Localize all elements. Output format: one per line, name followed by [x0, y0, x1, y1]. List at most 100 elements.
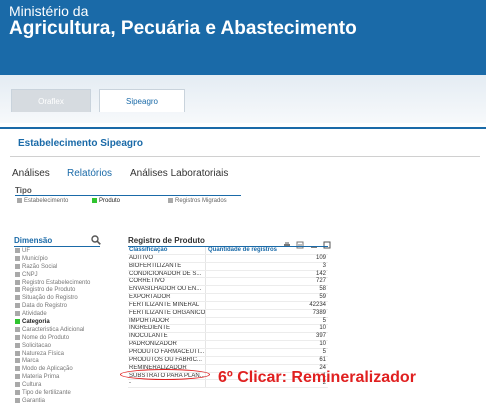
row-quantidade: 58: [319, 286, 326, 293]
row-quantidade: 109: [315, 254, 326, 261]
dimensao-item[interactable]: Marca: [15, 358, 115, 366]
minimize-icon[interactable]: [310, 236, 318, 248]
dimensao-item-label: UF: [22, 248, 30, 255]
dimensao-item-label: Caracteristica Adicional: [22, 326, 85, 333]
dimensao-item[interactable]: Natureza Física: [15, 350, 115, 359]
row-classificacao: -: [128, 380, 206, 388]
checkbox-icon: [15, 382, 20, 388]
checkbox-icon: [15, 358, 20, 364]
col-quantidade[interactable]: Quantidade de registros: [206, 247, 328, 254]
tab-oraflex[interactable]: Oraflex: [11, 89, 91, 112]
table-row[interactable]: INGREDIENTE 10: [128, 325, 328, 334]
checkbox-icon: [15, 279, 20, 285]
dimensao-item[interactable]: Caracteristica Adicional: [15, 326, 115, 335]
checkbox-icon: [15, 326, 20, 332]
tab-sipeagro[interactable]: Sipeagro: [99, 89, 185, 112]
section-title: Estabelecimento Sipeagro: [18, 138, 144, 149]
tab-analises-laboratoriais[interactable]: Análises Laboratoriais: [130, 168, 228, 179]
checkbox-icon: [15, 263, 20, 269]
row-classificacao: PRODUTOS OU FABRIC...: [128, 356, 206, 364]
tipo-option-label: Registros Migrados: [175, 198, 227, 205]
tab-analises[interactable]: Análises: [12, 168, 50, 179]
dimensao-item-label: Data do Registro: [22, 303, 68, 310]
maximize-icon[interactable]: [323, 236, 331, 249]
dimensao-item[interactable]: Tipo de fertilizante: [15, 390, 115, 398]
print-icon[interactable]: [283, 236, 291, 247]
row-quantidade: 727: [315, 278, 326, 285]
dimensao-item[interactable]: Data do Registro: [15, 303, 115, 311]
dimensao-item-label: Marca: [22, 358, 39, 365]
dimensao-item[interactable]: Materia Prima: [15, 374, 115, 382]
checkbox-icon: [17, 198, 22, 203]
section-divider: [10, 156, 480, 157]
table-row[interactable]: BIOFERTILIZANTE 3: [128, 262, 328, 271]
table-row[interactable]: FERTILIZANTE ORGÂNICO 7389: [128, 309, 328, 318]
dimensao-item-label: Tipo de fertilizante: [22, 390, 71, 397]
row-classificacao: ENVASILHADOR OU EN...: [128, 286, 206, 294]
instruction-callout: 6º Clicar: Remineralizador: [218, 369, 416, 386]
checkbox-icon: [15, 271, 20, 277]
dimensao-item[interactable]: CNPJ: [15, 271, 115, 280]
table-row[interactable]: ADITIVO 109: [128, 254, 328, 263]
checkbox-icon: [15, 366, 20, 372]
dimensao-item[interactable]: Cultura: [15, 382, 115, 390]
row-classificacao: IMPORTADOR: [128, 317, 206, 325]
table-row[interactable]: CONDICIONADOR DE S... 142: [128, 270, 328, 279]
table-row[interactable]: IMPORTADOR 5: [128, 317, 328, 326]
dimensao-item[interactable]: Solicitacao: [15, 342, 115, 351]
table-row[interactable]: FERTILIZANTE MINERAL 42234: [128, 301, 328, 310]
checkbox-icon: [15, 295, 20, 301]
col-classificacao[interactable]: Classificação: [128, 247, 206, 254]
dimensao-item[interactable]: Categoria: [15, 319, 115, 327]
table-row[interactable]: EXPORTADOR 59: [128, 294, 328, 302]
checkbox-icon: [15, 319, 20, 325]
dimensao-item[interactable]: Nome do Produto: [15, 334, 115, 343]
checkbox-icon: [15, 255, 20, 261]
dimensao-item-label: Natureza Física: [22, 350, 65, 357]
row-classificacao: CONDICIONADOR DE S...: [128, 270, 206, 278]
dimensao-item-label: Município: [22, 255, 48, 262]
row-classificacao: FERTILIZANTE ORGÂNICO: [129, 309, 206, 317]
dimensao-item-label: Categoria: [22, 319, 50, 326]
dimensao-item[interactable]: Razão Social: [15, 263, 115, 272]
dimensao-item[interactable]: Município: [15, 255, 115, 264]
dimensao-item[interactable]: Registro de Produto: [15, 287, 115, 295]
dimensao-item-label: CNPJ: [22, 271, 38, 278]
table-row[interactable]: CORRETIVO 727: [128, 278, 328, 287]
row-quantidade: 5: [322, 348, 326, 355]
checkbox-icon: [92, 198, 97, 203]
search-icon[interactable]: [91, 235, 101, 245]
tab-relatorios[interactable]: Relatórios: [67, 168, 112, 179]
ministry-line1: Ministério da: [9, 3, 89, 19]
row-classificacao: FERTILIZANTE MINERAL: [128, 301, 206, 309]
row-classificacao: INOCULANTE: [128, 333, 206, 341]
checkbox-icon: [15, 350, 20, 356]
tipo-label: Tipo: [15, 186, 32, 195]
table-row[interactable]: ENVASILHADOR OU EN... 58: [128, 286, 328, 295]
tipo-option[interactable]: Registros Migrados: [168, 198, 227, 204]
checkbox-icon: [15, 303, 20, 309]
dimensao-item[interactable]: Modo de Aplicação: [15, 366, 115, 374]
row-quantidade: 61: [319, 356, 326, 363]
row-quantidade: 59: [319, 294, 326, 301]
checkbox-icon: [15, 311, 20, 317]
row-quantidade: 397: [315, 333, 326, 340]
dimensao-item[interactable]: Garantia: [15, 397, 115, 406]
table-row[interactable]: PRODUTO FARMACÊUTI... 5: [128, 348, 328, 357]
dimensao-item[interactable]: UF: [15, 248, 115, 256]
tipo-option[interactable]: Produto: [92, 198, 120, 204]
row-classificacao: EXPORTADOR: [128, 294, 206, 301]
tipo-option[interactable]: Estabelecimento: [17, 198, 68, 204]
export-icon[interactable]: [296, 236, 304, 249]
dimensao-item[interactable]: Registro Estabelecimento: [15, 279, 115, 288]
table-row[interactable]: PADRONIZADOR 10: [128, 341, 328, 349]
checkbox-icon: [168, 198, 173, 203]
dimensao-label: Dimensão: [14, 236, 53, 245]
dimensao-item[interactable]: Atividade: [15, 311, 115, 319]
checkbox-icon: [15, 390, 20, 396]
dimensao-list: UF Município Razão Social CNPJ Registro Esta…: [15, 248, 115, 406]
table-row[interactable]: INOCULANTE 397: [128, 333, 328, 342]
row-classificacao: ADITIVO: [128, 254, 206, 262]
table-row[interactable]: PRODUTOS OU FABRIC... 61: [128, 356, 328, 365]
dimensao-item[interactable]: Situação do Registro: [15, 295, 115, 303]
